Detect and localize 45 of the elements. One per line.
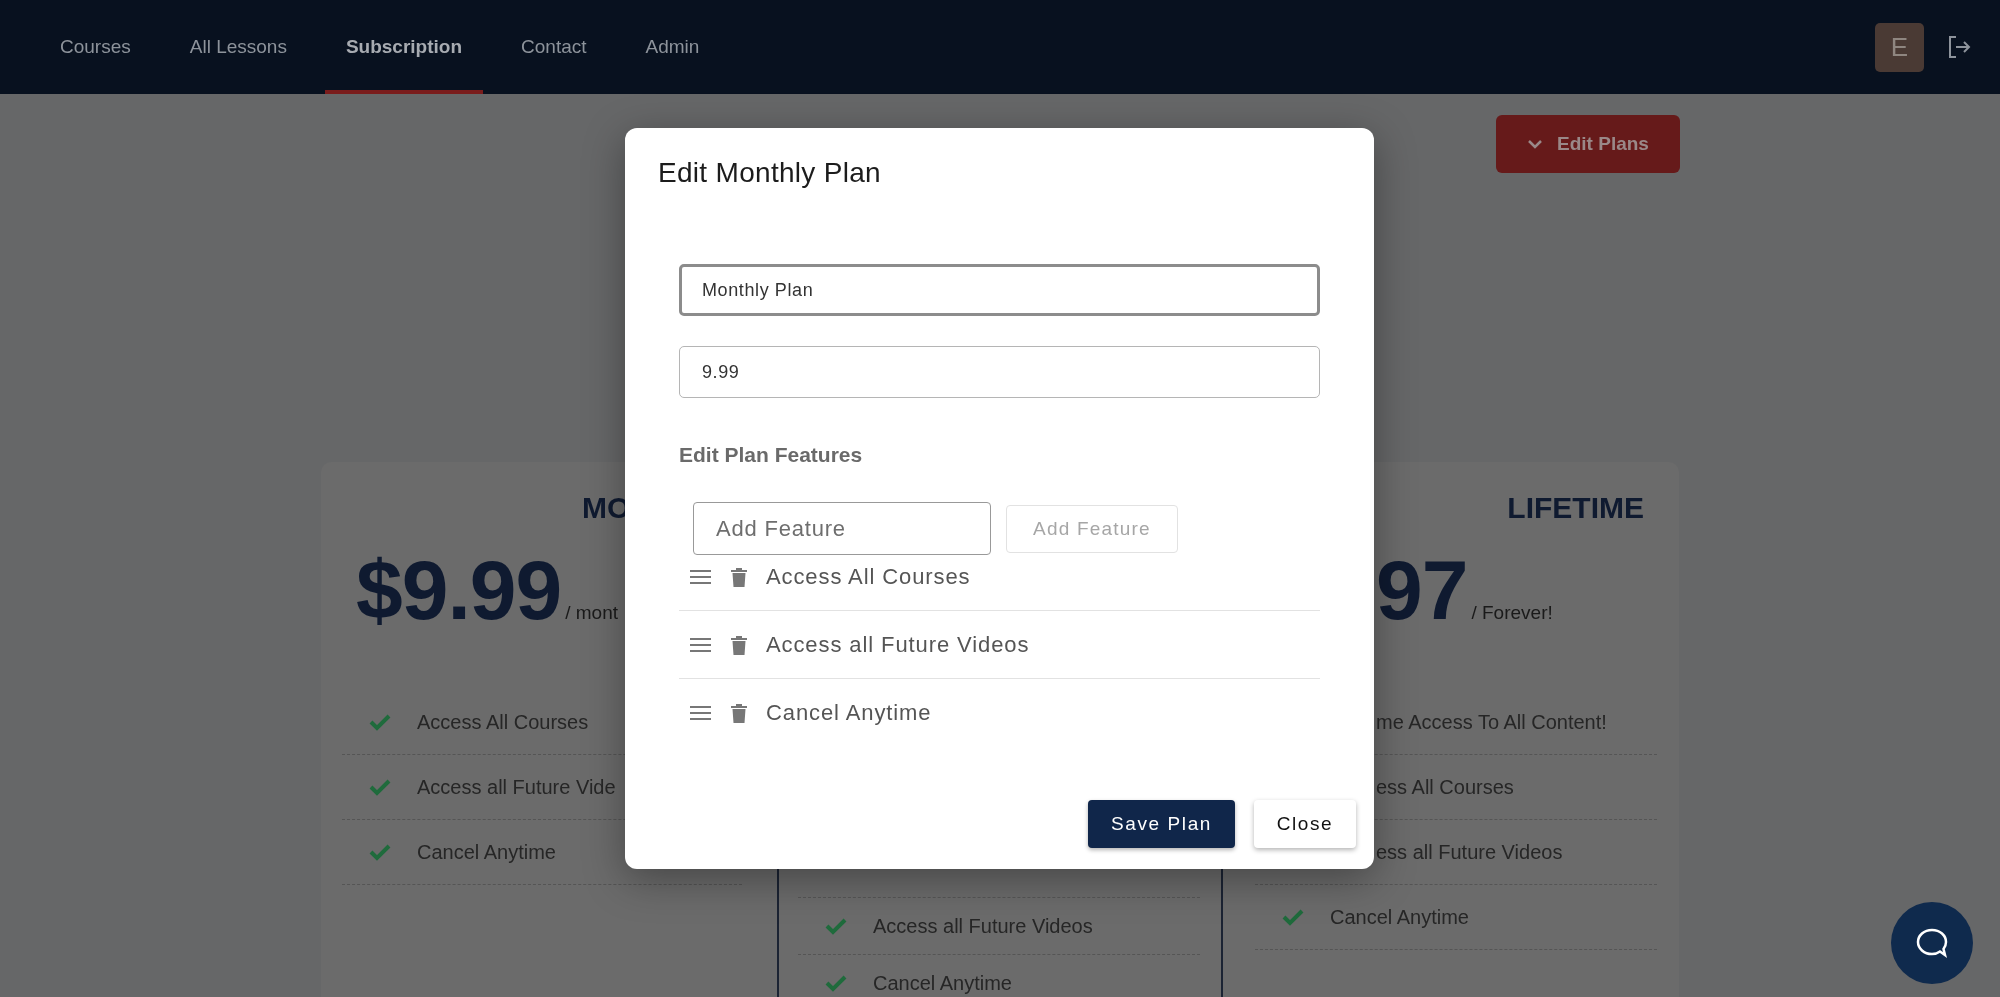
logout-icon[interactable] (1946, 34, 1972, 60)
nav-tab[interactable]: Courses (39, 0, 152, 94)
nav-tab[interactable]: Admin (624, 0, 721, 94)
plan-price: 97 (1376, 548, 1468, 632)
price-period: / mont (565, 602, 619, 624)
plan-feature: Access all Future Vide (417, 775, 616, 799)
nav-tab[interactable]: All Lessons (168, 0, 308, 94)
plan-price-field[interactable]: 9.99 (679, 346, 1320, 398)
plan-feature: ess all Future Videos (1376, 840, 1563, 864)
section-heading: Edit Plan Features (679, 443, 864, 467)
check-icon (369, 843, 391, 861)
plan-title: LIFETIME (1507, 492, 1644, 524)
plan-feature: Cancel Anytime (1330, 905, 1469, 929)
check-icon (825, 917, 847, 935)
save-button[interactable]: Save Plan (1088, 800, 1235, 848)
plan-feature: Access All Courses (417, 710, 589, 734)
drag-handle-icon[interactable] (690, 705, 711, 720)
feature-input-field[interactable]: Add Feature (693, 502, 991, 555)
trash-icon[interactable] (731, 634, 747, 655)
check-icon (369, 713, 391, 731)
feature-item: Cancel Anytime (766, 699, 932, 726)
close-button[interactable]: Close (1254, 800, 1356, 848)
chevron-down-icon (1527, 139, 1544, 149)
plan-feature: Cancel Anytime (873, 971, 1012, 995)
feature-item: Access All Courses (766, 563, 971, 590)
plan-price: $9.99 (356, 548, 562, 632)
plan-feature: ess All Courses (1376, 775, 1514, 799)
plan-feature: me Access To All Content! (1376, 710, 1607, 734)
plan-feature: Cancel Anytime (417, 840, 556, 864)
check-icon (1282, 908, 1304, 926)
check-icon (369, 778, 391, 796)
plan-feature: Access all Future Videos (873, 914, 1093, 938)
dialog-title: Edit Monthly Plan (658, 156, 882, 190)
nav-tab[interactable]: Contact (500, 0, 608, 94)
trash-icon[interactable] (731, 566, 747, 587)
check-icon (825, 974, 847, 992)
drag-handle-icon[interactable] (690, 637, 711, 652)
edit-plans-button[interactable]: Edit Plans (1496, 115, 1680, 173)
feature-item: Access all Future Videos (766, 631, 1030, 658)
drag-handle-icon[interactable] (690, 569, 711, 584)
nav-tab[interactable]: Subscription (324, 0, 484, 94)
chat-icon (1915, 927, 1949, 959)
trash-icon[interactable] (731, 702, 747, 723)
price-period: / Forever! (1471, 602, 1553, 624)
plan-name-field[interactable]: Monthly Plan (679, 264, 1320, 316)
